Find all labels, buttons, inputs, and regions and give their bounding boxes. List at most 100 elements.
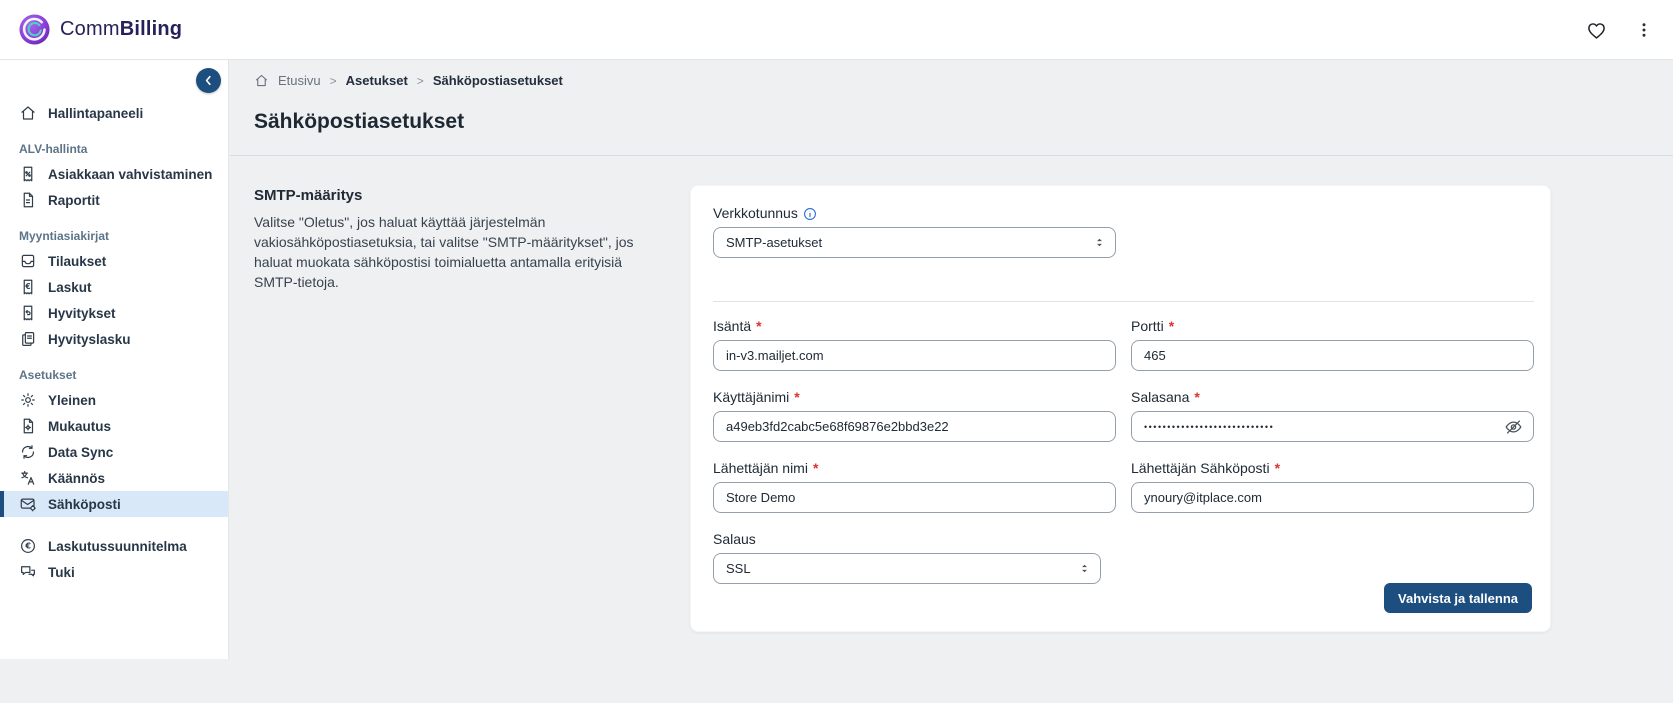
sidebar-item-label: Laskut bbox=[48, 280, 92, 295]
sidebar-item-hyvityslasku[interactable]: Hyvityslasku bbox=[0, 326, 228, 352]
row-sender: Lähettäjän nimi* Lähettäjän Sähköposti* bbox=[713, 461, 1534, 513]
receipt-percent-icon bbox=[19, 165, 37, 183]
smtp-section-text: Valitse "Oletus", jos haluat käyttää jär… bbox=[254, 213, 666, 293]
username-input[interactable] bbox=[713, 411, 1116, 442]
domain-select-value: SMTP-asetukset bbox=[726, 235, 822, 250]
field-domain: Verkkotunnus SMTP-asetukset bbox=[713, 206, 1116, 258]
receipt-refund-icon bbox=[19, 304, 37, 322]
sync-icon bbox=[19, 443, 37, 461]
required-marker: * bbox=[1275, 461, 1280, 476]
required-marker: * bbox=[756, 319, 761, 334]
card-divider bbox=[713, 301, 1534, 302]
gear-icon bbox=[19, 391, 37, 409]
breadcrumb-current: Sähköpostiasetukset bbox=[433, 73, 563, 88]
select-stepper-icon bbox=[1078, 562, 1091, 575]
row-username-password: Käyttäjänimi* Salasana* bbox=[713, 390, 1534, 442]
sidebar-item-data-sync[interactable]: Data Sync bbox=[0, 439, 228, 465]
eye-off-icon[interactable] bbox=[1504, 417, 1523, 436]
sidebar-item-kaannos[interactable]: Käännös bbox=[0, 465, 228, 491]
username-label: Käyttäjänimi* bbox=[713, 390, 1116, 405]
brand-logo[interactable]: CommBilling bbox=[18, 13, 182, 46]
brand-name-bold: Billing bbox=[120, 18, 183, 40]
sidebar-item-hyvitykset[interactable]: Hyvitykset bbox=[0, 300, 228, 326]
smtp-section-title: SMTP-määritys bbox=[254, 187, 666, 204]
password-input[interactable] bbox=[1131, 411, 1534, 442]
sidebar-section-alv-hallinta: ALV-hallinta bbox=[0, 140, 228, 158]
breadcrumb-separator: > bbox=[417, 74, 424, 88]
sidebar-item-hallintapaneeli[interactable]: Hallintapaneeli bbox=[0, 100, 228, 126]
sidebar-item-label: Käännös bbox=[48, 471, 105, 486]
sidebar-collapse-button[interactable] bbox=[196, 68, 221, 93]
host-label: Isäntä* bbox=[713, 319, 1116, 334]
field-encryption: Salaus SSL bbox=[713, 532, 1101, 584]
title-divider bbox=[230, 155, 1673, 156]
encryption-select[interactable]: SSL bbox=[713, 553, 1101, 584]
select-stepper-icon bbox=[1093, 236, 1106, 249]
sidebar-item-label: Raportit bbox=[48, 193, 100, 208]
sidebar-item-label: Yleinen bbox=[48, 393, 96, 408]
mail-gear-icon bbox=[19, 495, 37, 513]
port-input[interactable] bbox=[1131, 340, 1534, 371]
sidebar-item-tilaukset[interactable]: Tilaukset bbox=[0, 248, 228, 274]
inbox-icon bbox=[19, 252, 37, 270]
breadcrumb-asetukset[interactable]: Asetukset bbox=[346, 73, 408, 88]
sidebar-item-sahkoposti[interactable]: Sähköposti bbox=[0, 491, 228, 517]
breadcrumb-separator: > bbox=[330, 74, 337, 88]
sidebar-item-tuki[interactable]: Tuki bbox=[0, 559, 228, 585]
sidebar-item-label: Hallintapaneeli bbox=[48, 106, 143, 121]
encryption-label: Salaus bbox=[713, 532, 1101, 547]
field-host: Isäntä* bbox=[713, 319, 1116, 371]
favorites-heart-icon[interactable] bbox=[1586, 20, 1607, 41]
main-content: Etusivu > Asetukset > Sähköpostiasetukse… bbox=[230, 60, 1673, 703]
domain-select[interactable]: SMTP-asetukset bbox=[713, 227, 1116, 258]
chevron-left-icon bbox=[202, 74, 215, 87]
translate-icon bbox=[19, 469, 37, 487]
breadcrumb-etusivu[interactable]: Etusivu bbox=[278, 73, 321, 88]
document-duplicate-icon bbox=[19, 330, 37, 348]
field-password: Salasana* bbox=[1131, 390, 1534, 442]
host-input[interactable] bbox=[713, 340, 1116, 371]
brand-name-regular: Comm bbox=[60, 18, 120, 40]
field-username: Käyttäjänimi* bbox=[713, 390, 1116, 442]
brand-logo-icon bbox=[18, 13, 51, 46]
sidebar-item-label: Tilaukset bbox=[48, 254, 106, 269]
field-sender-name: Lähettäjän nimi* bbox=[713, 461, 1116, 513]
sidebar-item-label: Laskutussuunnitelma bbox=[48, 539, 187, 554]
home-icon bbox=[19, 104, 37, 122]
save-button[interactable]: Vahvista ja tallenna bbox=[1384, 583, 1532, 613]
sidebar-item-laskut[interactable]: Laskut bbox=[0, 274, 228, 300]
required-marker: * bbox=[813, 461, 818, 476]
sender-email-input[interactable] bbox=[1131, 482, 1534, 513]
sidebar-item-label: Sähköposti bbox=[48, 497, 121, 512]
sidebar-item-asiakkaan-vahvistaminen[interactable]: Asiakkaan vahvistaminen bbox=[0, 161, 228, 187]
sidebar-item-yleinen[interactable]: Yleinen bbox=[0, 387, 228, 413]
sidebar-group-gap bbox=[0, 517, 228, 533]
sidebar: Hallintapaneeli ALV-hallinta Asiakkaan vah… bbox=[0, 60, 229, 659]
kebab-menu-icon[interactable] bbox=[1635, 20, 1653, 40]
breadcrumb: Etusivu > Asetukset > Sähköpostiasetukse… bbox=[254, 73, 563, 88]
sidebar-item-label: Asiakkaan vahvistaminen bbox=[48, 167, 212, 182]
sidebar-item-label: Mukautus bbox=[48, 419, 111, 434]
sidebar-item-label: Hyvityslasku bbox=[48, 332, 131, 347]
document-gear-icon bbox=[19, 417, 37, 435]
domain-label: Verkkotunnus bbox=[713, 206, 1116, 221]
port-label: Portti* bbox=[1131, 319, 1534, 334]
sidebar-item-laskutussuunnitelma[interactable]: Laskutussuunnitelma bbox=[0, 533, 228, 559]
info-icon[interactable] bbox=[803, 207, 817, 221]
required-marker: * bbox=[1169, 319, 1174, 334]
euro-circle-icon bbox=[19, 537, 37, 555]
sidebar-item-mukautus[interactable]: Mukautus bbox=[0, 413, 228, 439]
sender-email-label: Lähettäjän Sähköposti* bbox=[1131, 461, 1534, 476]
app-header: CommBilling bbox=[0, 0, 1673, 60]
sidebar-item-label: Tuki bbox=[48, 565, 75, 580]
brand-name: CommBilling bbox=[60, 18, 182, 41]
sidebar-item-raportit[interactable]: Raportit bbox=[0, 187, 228, 213]
smtp-section-description: SMTP-määritys Valitse "Oletus", jos halu… bbox=[254, 187, 666, 293]
sidebar-nav: Hallintapaneeli ALV-hallinta Asiakkaan vah… bbox=[0, 60, 228, 585]
sender-name-input[interactable] bbox=[713, 482, 1116, 513]
encryption-select-value: SSL bbox=[726, 561, 751, 576]
password-label: Salasana* bbox=[1131, 390, 1534, 405]
sidebar-section-myyntiasiakirjat: Myyntiasiakirjat bbox=[0, 227, 228, 245]
required-marker: * bbox=[1194, 390, 1199, 405]
required-marker: * bbox=[794, 390, 799, 405]
